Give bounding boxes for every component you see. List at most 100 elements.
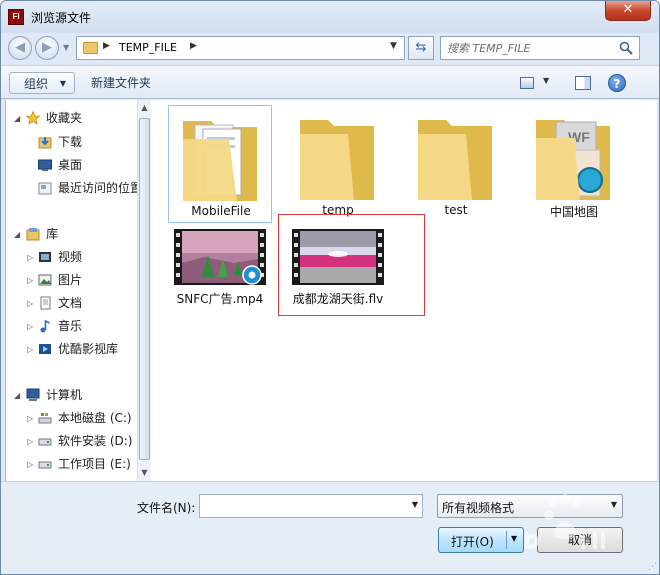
chevron-down-icon: ▼: [59, 79, 66, 88]
breadcrumb-current[interactable]: TEMP_FILE: [119, 41, 177, 54]
expand-triangle-icon[interactable]: ▷: [27, 253, 33, 262]
filename-combobox[interactable]: ▼: [199, 494, 423, 518]
library-icon: [26, 228, 40, 241]
video-library-icon: [39, 252, 51, 262]
filename-label: 文件名(N):: [137, 501, 196, 515]
change-view-icon[interactable]: [520, 77, 534, 89]
search-box[interactable]: [440, 36, 640, 60]
collapse-triangle-icon[interactable]: ◢: [14, 114, 20, 123]
sidebar-item-label: 桌面: [58, 158, 83, 172]
forward-button[interactable]: ▶: [35, 36, 59, 60]
preview-pane-icon[interactable]: [575, 76, 591, 90]
chevron-down-icon: ▼: [610, 500, 617, 509]
drive-icon: [38, 438, 52, 446]
folder-icon: [83, 42, 98, 54]
expand-triangle-icon[interactable]: ▷: [27, 414, 33, 423]
scroll-up-arrow-icon[interactable]: ▲: [139, 101, 150, 115]
help-icon[interactable]: ?: [608, 74, 626, 92]
dialog-footer: 文件名(N): ▼ 所有视频格式 ▼ 打开(O) ▼ 取消 ⋰: [1, 481, 659, 574]
sidebar-item-label: 下载: [58, 135, 83, 149]
video-thumbnail-icon: [174, 229, 266, 285]
search-input[interactable]: [447, 40, 612, 56]
resize-grip-icon[interactable]: ⋰: [648, 562, 657, 572]
view-options-chevron-icon[interactable]: ▼: [543, 76, 549, 85]
file-item-snfc-video[interactable]: SNFC广告.mp4: [168, 224, 272, 306]
refresh-button[interactable]: ⇆: [408, 36, 434, 60]
file-name: 成都龙湖天街.flv: [292, 292, 384, 306]
computer-icon: [26, 388, 40, 401]
star-icon: [26, 111, 40, 125]
file-item-mobilefile[interactable]: MobileFile: [168, 105, 272, 223]
split-divider: [506, 531, 507, 549]
file-name: temp: [322, 203, 354, 217]
sidebar-item-label: 视频: [58, 250, 83, 264]
sidebar-item-label: 音乐: [58, 319, 83, 333]
file-name: 中国地图: [549, 205, 598, 219]
recent-places-icon: [38, 182, 52, 195]
sidebar-item-label: 最近访问的位置: [58, 181, 143, 195]
chevron-down-icon[interactable]: ▼: [412, 500, 418, 509]
sidebar-item-label: 软件安装 (D:): [58, 434, 133, 448]
command-toolbar: 组织 ▼ 新建文件夹 ▼ ?: [1, 65, 659, 99]
flash-app-icon: Fl: [8, 9, 24, 25]
open-button-label: 打开(O): [451, 535, 494, 549]
address-row: ◀ ▶ ▼ ▶ TEMP_FILE ▶ ▼ ⇆: [1, 33, 659, 63]
file-list: MobileFile temp test WF 中国地图 SNFC广告.mp4 …: [151, 100, 641, 481]
drive-icon: [38, 461, 52, 469]
sidebar-item-label: 图片: [58, 273, 83, 287]
system-drive-icon: [38, 413, 52, 424]
address-bar[interactable]: ▶ TEMP_FILE ▶ ▼: [76, 36, 405, 60]
scroll-down-arrow-icon[interactable]: ▼: [139, 466, 150, 480]
window-title: 浏览源文件: [31, 11, 92, 25]
sidebar-group-label: 计算机: [46, 388, 83, 402]
file-dialog-window: Fl 浏览源文件 ✕ ◀ ▶ ▼ ▶ TEMP_FILE ▶ ▼ ⇆ 组织: [0, 0, 660, 575]
sidebar-item-label: 本地磁盘 (C:): [58, 411, 132, 425]
back-button[interactable]: ◀: [8, 36, 32, 60]
sidebar-group-label: 收藏夹: [46, 111, 83, 125]
expand-triangle-icon[interactable]: ▷: [27, 345, 33, 354]
file-item-china-map[interactable]: WF 中国地图: [522, 105, 626, 223]
organize-button[interactable]: 组织 ▼: [9, 72, 75, 94]
new-folder-button[interactable]: 新建文件夹: [91, 72, 151, 94]
file-name: MobileFile: [191, 204, 251, 218]
expand-triangle-icon[interactable]: ▷: [27, 276, 33, 285]
title-bar[interactable]: Fl 浏览源文件 ✕: [1, 1, 659, 33]
sidebar-group-label: 库: [46, 227, 59, 241]
downloads-folder-icon: [38, 137, 52, 149]
breadcrumb-chevron-icon[interactable]: ▶: [103, 41, 110, 51]
file-list-right-margin: [641, 100, 657, 481]
video-thumbnail-icon: [292, 229, 384, 285]
expand-triangle-icon[interactable]: ▷: [27, 299, 33, 308]
music-library-icon: [40, 319, 50, 333]
file-type-value: 所有视频格式: [442, 501, 515, 515]
file-item-test[interactable]: test: [404, 105, 508, 223]
open-button[interactable]: 打开(O) ▼: [438, 527, 524, 553]
file-item-temp[interactable]: temp: [286, 105, 390, 223]
file-name: test: [444, 203, 468, 217]
search-icon[interactable]: [619, 41, 633, 55]
expand-triangle-icon[interactable]: ▷: [27, 460, 33, 469]
breadcrumb-chevron-icon[interactable]: ▶: [190, 41, 197, 51]
close-button[interactable]: ✕: [605, 1, 651, 21]
desktop-icon: [38, 159, 52, 171]
folder-icon: [300, 120, 374, 200]
navigation-pane: ◢ 收藏夹 下载 桌面 最近访问的位置 ◢ 库 ▷ 视频 ▷ 图片 ▷ 文档 ▷…: [5, 100, 142, 481]
collapse-triangle-icon[interactable]: ◢: [14, 391, 20, 400]
expand-triangle-icon[interactable]: ▷: [27, 322, 33, 331]
sidebar-scrollbar[interactable]: ▲ ▼: [137, 100, 151, 481]
expand-triangle-icon[interactable]: ▷: [27, 437, 33, 446]
file-item-chengdu-video[interactable]: 成都龙湖天街.flv: [286, 224, 390, 306]
sidebar-item-label: 文档: [58, 296, 83, 310]
folder-with-papers-icon: [183, 121, 257, 201]
file-name: SNFC广告.mp4: [176, 292, 264, 306]
scrollbar-thumb[interactable]: [139, 118, 150, 460]
open-options-chevron-icon[interactable]: ▼: [511, 534, 517, 543]
recent-pages-chevron-icon[interactable]: ▼: [63, 43, 69, 52]
cancel-button[interactable]: 取消: [537, 527, 623, 553]
address-history-chevron-icon[interactable]: ▼: [390, 41, 397, 51]
collapse-triangle-icon[interactable]: ◢: [14, 230, 20, 239]
sidebar-item-label: 优酷影视库: [58, 342, 119, 356]
file-type-select[interactable]: 所有视频格式 ▼: [437, 494, 623, 518]
filename-input[interactable]: [203, 498, 403, 514]
refresh-icon: ⇆: [415, 40, 427, 55]
